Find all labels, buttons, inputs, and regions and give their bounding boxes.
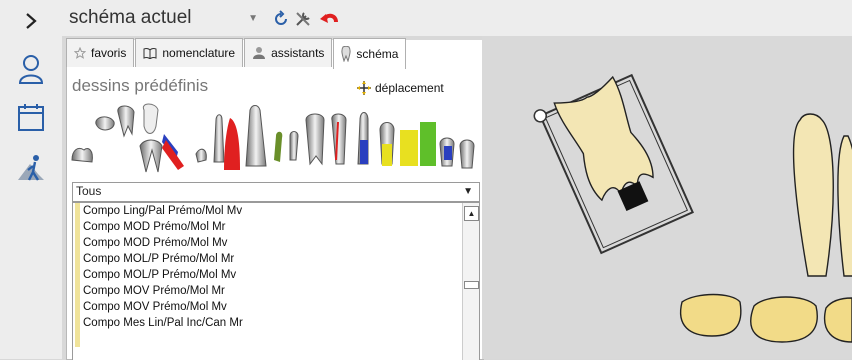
predefined-drawings-strip[interactable] xyxy=(70,100,480,174)
filter-select[interactable]: Tous ▼ xyxy=(72,182,480,202)
list-item[interactable]: Compo Ling/Pal Prémo/Mol Mv xyxy=(73,203,479,219)
tab-label: assistants xyxy=(271,46,325,60)
tooth-shape[interactable] xyxy=(679,293,742,337)
worker-icon[interactable] xyxy=(16,152,46,182)
assistant-icon xyxy=(252,46,266,60)
list-item[interactable]: Compo MOD Prémo/Mol Mr xyxy=(73,219,479,235)
tab-favoris[interactable]: favoris xyxy=(66,38,135,67)
dental-schema-canvas[interactable] xyxy=(482,36,852,359)
panel-tabs: favoris nomenclature assistants schéma xyxy=(66,38,407,69)
chevron-down-icon: ▼ xyxy=(248,13,258,24)
rotate-handle-icon[interactable] xyxy=(532,108,548,124)
list-item[interactable] xyxy=(73,331,479,347)
star-icon xyxy=(74,47,86,59)
tooth-shape[interactable] xyxy=(837,135,852,277)
chevron-down-icon: ▼ xyxy=(463,186,473,197)
list-item[interactable]: Compo MOV Prémo/Mol Mr xyxy=(73,283,479,299)
calendar-icon[interactable] xyxy=(16,102,46,132)
list-item[interactable]: Compo Mes Lin/Pal Inc/Can Mr xyxy=(73,315,479,331)
undo-icon[interactable] xyxy=(318,8,340,30)
refresh-icon[interactable] xyxy=(270,8,292,30)
tools-icon[interactable] xyxy=(292,8,314,30)
list-scrollbar[interactable]: ▲ xyxy=(462,203,479,360)
list-item[interactable]: Compo MOL/P Prémo/Mol Mv xyxy=(73,267,479,283)
tab-label: nomenclature xyxy=(162,46,236,60)
drawings-list[interactable]: Compo Ling/Pal Prémo/Mol Mv Compo MOD Pr… xyxy=(72,202,480,360)
scroll-thumb[interactable] xyxy=(464,281,479,289)
tab-label: schéma xyxy=(356,47,399,61)
list-item[interactable]: Compo MOV Prémo/Mol Mv xyxy=(73,299,479,315)
user-icon[interactable] xyxy=(16,54,46,84)
tab-schema[interactable]: schéma xyxy=(333,38,407,69)
tooth-shape[interactable] xyxy=(792,113,834,277)
section-title: dessins prédéfinis xyxy=(72,76,209,95)
book-icon xyxy=(143,47,157,59)
list-item[interactable]: Compo MOL/P Prémo/Mol Mr xyxy=(73,251,479,267)
tooth-icon xyxy=(341,46,352,62)
tooth-shape[interactable] xyxy=(823,297,852,343)
move-button[interactable]: déplacement xyxy=(356,80,444,96)
list-item[interactable]: Compo MOD Prémo/Mol Mv xyxy=(73,235,479,251)
chevron-right-icon[interactable] xyxy=(16,6,46,36)
schema-select-value: schéma actuel xyxy=(69,7,192,28)
tab-assistants[interactable]: assistants xyxy=(244,38,333,67)
tooth-shape[interactable] xyxy=(750,296,818,343)
filter-value: Tous xyxy=(76,184,102,198)
schema-select[interactable]: schéma actuel ▼ xyxy=(66,7,262,29)
left-sidebar xyxy=(0,0,62,359)
move-icon xyxy=(357,81,371,95)
tab-nomenclature[interactable]: nomenclature xyxy=(135,38,244,67)
scroll-up-icon[interactable]: ▲ xyxy=(464,206,479,221)
move-label: déplacement xyxy=(375,81,444,95)
selected-tooth-drawing[interactable] xyxy=(532,70,694,256)
tab-label: favoris xyxy=(91,46,127,60)
